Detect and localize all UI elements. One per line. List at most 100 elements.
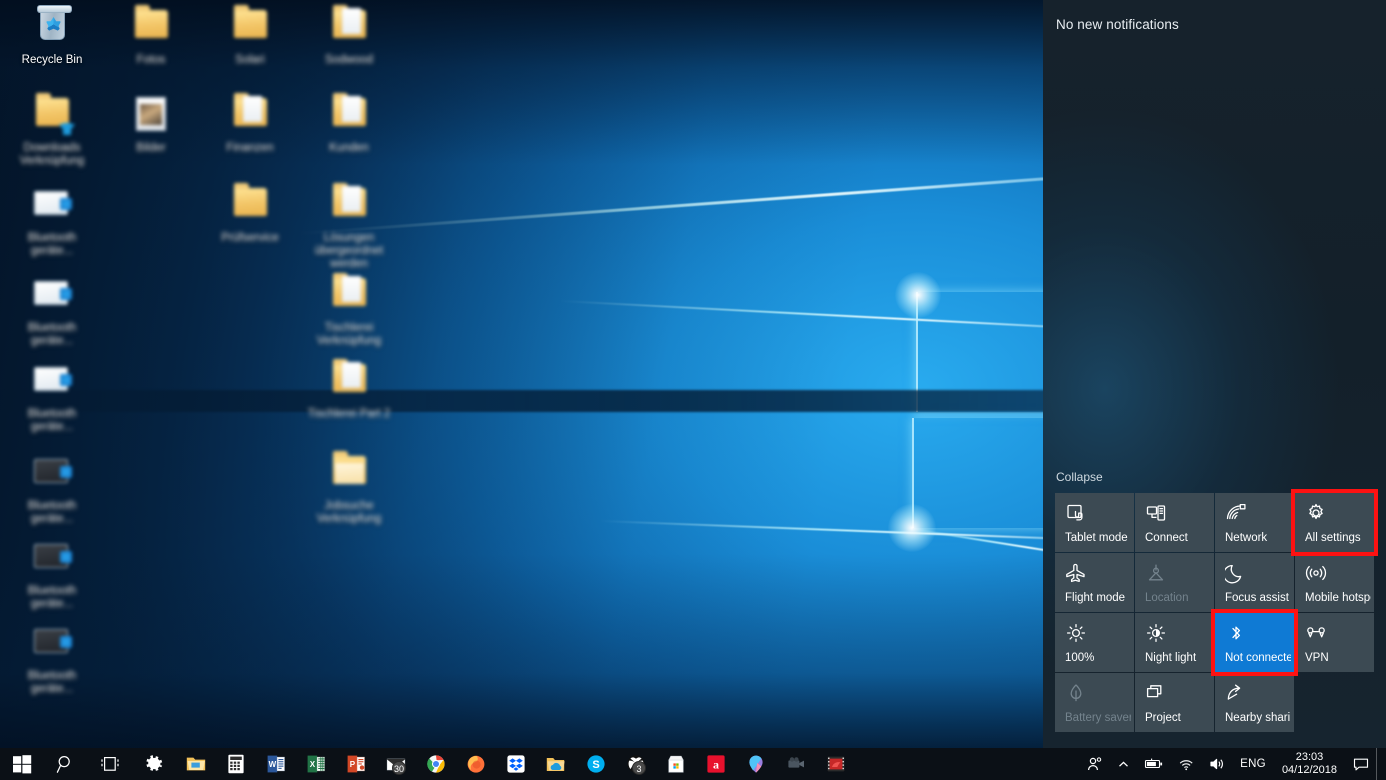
quick-action-label: All settings (1305, 532, 1361, 544)
network-wifi-icon[interactable] (1171, 748, 1202, 780)
no-notifications-message: No new notifications (1056, 17, 1179, 32)
taskbar-app-dropbox[interactable] (496, 748, 536, 780)
desktop-icon[interactable]: Lösungen übergeordnet werden (301, 182, 397, 271)
taskbar-app-xbox[interactable]: 3 (616, 748, 656, 780)
taskbar-app-microsoft-store[interactable] (656, 748, 696, 780)
desktop-icon[interactable]: Bluetooth geräte... (4, 620, 100, 696)
quick-action-tile[interactable]: Flight mode (1055, 553, 1134, 612)
desktop-icon-label: Fotos (136, 54, 166, 66)
desktop-icon[interactable]: Downloads Verknüpfung (4, 92, 100, 168)
desktop-icon[interactable]: Sodwood (301, 4, 397, 67)
task-view-icon (99, 753, 121, 775)
desktop-icon-label: Kunden (329, 142, 369, 154)
quick-action-label: Not connected (1225, 652, 1291, 664)
taskbar-app-excel[interactable]: X (296, 748, 336, 780)
volume-icon[interactable] (1202, 748, 1233, 780)
quick-action-tile[interactable]: 100% (1055, 613, 1134, 672)
taskbar[interactable]: W X P 30 S 3 a ENG 23:03 04/12/2018 (0, 748, 1386, 780)
connect-icon (1145, 502, 1167, 524)
quick-action-tile[interactable]: Tablet mode (1055, 493, 1134, 552)
quick-action-label: Tablet mode (1065, 532, 1128, 544)
svg-text:S: S (592, 759, 599, 771)
taskbar-app-movie-maker[interactable] (776, 748, 816, 780)
task-view-button[interactable] (88, 748, 132, 780)
quick-action-tile[interactable]: Not connected (1215, 613, 1294, 672)
taskbar-app-firefox[interactable] (456, 748, 496, 780)
desktop-icon-label: Jobsuche Verknüpfung (316, 500, 382, 525)
desktop-icon[interactable]: Bluetooth geräte... (4, 535, 100, 611)
quick-action-label: VPN (1305, 652, 1329, 664)
hotspot-icon (1305, 562, 1327, 584)
battery-icon[interactable] (1137, 748, 1171, 780)
tablet-mode-icon (1065, 502, 1087, 524)
taskbar-app-avira[interactable]: a (696, 748, 736, 780)
quick-action-tile[interactable]: Connect (1135, 493, 1214, 552)
quick-action-tile[interactable]: Project (1135, 673, 1214, 732)
taskbar-app-video-editor[interactable] (816, 748, 856, 780)
desktop-icon[interactable]: Bluetooth geräte... (4, 272, 100, 348)
desktop-icon[interactable]: Kunden (301, 92, 397, 155)
desktop-icon-label: Downloads Verknüpfung (19, 142, 85, 167)
action-center-icon[interactable] (1346, 748, 1376, 780)
desktop-icon-label: Finanzen (226, 142, 274, 154)
quick-action-tile[interactable]: Nearby sharing (1215, 673, 1294, 732)
folder-download-icon (28, 92, 76, 138)
network-wifi-icon (1225, 502, 1247, 524)
desktop-icon[interactable]: Tischlerei Part 2 (301, 358, 397, 421)
desktop-icon[interactable]: Fotos (103, 4, 199, 67)
quick-action-label: Nearby sharing (1225, 712, 1291, 724)
monitor-dark-icon (28, 535, 76, 581)
quick-action-label: Mobile hotspot (1305, 592, 1371, 604)
taskbar-app-powerpoint[interactable]: P (336, 748, 376, 780)
desktop-icon-label: Sodwood (325, 54, 373, 66)
taskbar-app-skype[interactable]: S (576, 748, 616, 780)
battery-saver-icon (1065, 682, 1087, 704)
night-light-icon (1145, 622, 1167, 644)
show-hidden-icons-chevron-icon[interactable] (1110, 748, 1137, 780)
desktop-icon[interactable]: Bluetooth geräte... (4, 358, 100, 434)
quick-action-tile[interactable]: VPN (1295, 613, 1374, 672)
desktop-icon[interactable]: Bilder (103, 92, 199, 155)
collapse-button[interactable]: Collapse (1056, 470, 1103, 484)
quick-actions-grid: Tablet mode Connect Network All settings Fli… (1055, 493, 1375, 732)
quick-action-tile[interactable]: Mobile hotspot (1295, 553, 1374, 612)
show-desktop-button[interactable] (1376, 748, 1382, 780)
taskbar-app-onedrive[interactable] (536, 748, 576, 780)
start-button[interactable] (0, 748, 44, 780)
taskbar-app-maps[interactable] (736, 748, 776, 780)
desktop-icon[interactable]: Finanzen (202, 92, 298, 155)
desktop-icon[interactable]: Jobsuche Verknüpfung (301, 450, 397, 526)
quick-action-tile[interactable]: Focus assist (1215, 553, 1294, 612)
quick-action-tile[interactable]: All settings (1295, 493, 1374, 552)
settings-button[interactable] (132, 748, 176, 780)
quick-action-label: Project (1145, 712, 1181, 724)
language-indicator[interactable]: ENG (1233, 748, 1273, 780)
quick-action-label: Connect (1145, 532, 1188, 544)
quick-action-tile[interactable]: Night light (1135, 613, 1214, 672)
clock-and-date[interactable]: 23:03 04/12/2018 (1273, 748, 1346, 780)
taskbar-app-calculator[interactable] (216, 748, 256, 780)
action-center-panel[interactable]: No new notifications Collapse Tablet mod… (1043, 0, 1386, 748)
desktop-icon[interactable]: Prüfservice (202, 182, 298, 245)
desktop-icon[interactable]: Recycle Bin (4, 4, 100, 67)
desktop-icon[interactable]: Solari (202, 4, 298, 67)
search-button[interactable] (44, 748, 88, 780)
quick-action-tile[interactable]: Network (1215, 493, 1294, 552)
desktop-icon[interactable]: Bluetooth geräte... (4, 450, 100, 526)
people-icon[interactable] (1080, 748, 1110, 780)
avira-icon: a (705, 753, 727, 775)
taskbar-app-file-explorer[interactable] (176, 748, 216, 780)
desktop-icon[interactable]: Tischlerei Verknüpfung (301, 272, 397, 348)
folder-icon (127, 4, 175, 50)
dropbox-icon (505, 753, 527, 775)
taskbar-app-mail[interactable]: 30 (376, 748, 416, 780)
taskbar-app-word[interactable]: W (256, 748, 296, 780)
video-icon (825, 753, 847, 775)
svg-text:a: a (713, 758, 719, 772)
recycle-bin-icon (28, 4, 76, 50)
store-icon (665, 753, 687, 775)
taskbar-app-chrome[interactable] (416, 748, 456, 780)
folder-icon (226, 4, 274, 50)
brightness-icon (1065, 622, 1087, 644)
desktop-icon[interactable]: Bluetooth geräte... (4, 182, 100, 258)
